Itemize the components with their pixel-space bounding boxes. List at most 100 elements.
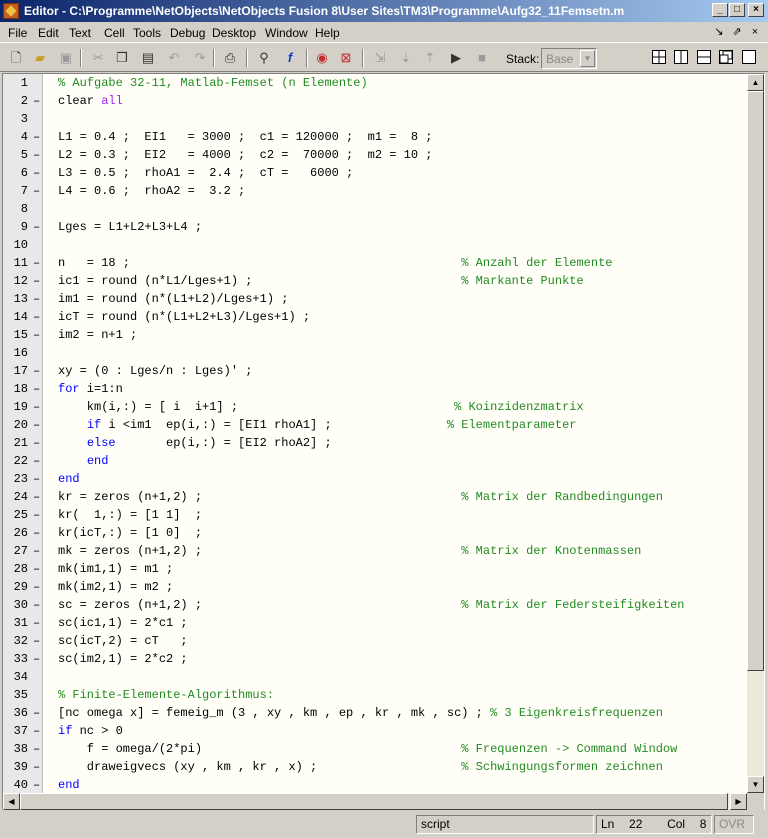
breakpoint-marker[interactable]: – [33,434,43,452]
breakpoint-marker[interactable]: – [33,740,43,758]
run-icon[interactable]: ▶ [446,49,466,67]
breakpoint-marker[interactable]: – [33,632,43,650]
stack-select[interactable]: Base ▼ [541,48,597,69]
breakpoint-marker[interactable]: – [33,218,43,236]
code-line[interactable]: n = 18 ; % Anzahl der Elemente [58,254,613,272]
code-line[interactable]: mk = zeros (n+1,2) ; % Matrix der Knoten… [58,542,641,560]
breakpoint-marker[interactable]: – [33,326,43,344]
new-file-icon[interactable]: 🗋 [6,49,26,67]
code-line[interactable]: mk(im2,1) = m2 ; [58,578,173,596]
breakpoint-marker[interactable] [33,200,43,218]
menu-debug[interactable]: Debug [170,26,205,40]
code-line[interactable]: km(i,:) = [ i i+1] ; % Koinzidenzmatrix [58,398,584,416]
breakpoint-marker[interactable]: – [33,596,43,614]
menu-file[interactable]: File [8,26,27,40]
code-line[interactable]: im1 = round (n*(L1+L2)/Lges+1) ; [58,290,288,308]
breakpoint-marker[interactable]: – [33,614,43,632]
step-out-icon[interactable]: ⇡ [420,49,440,67]
float-window-icon[interactable] [719,50,733,64]
scroll-up-icon[interactable]: ▲ [747,74,764,91]
scroll-right-icon[interactable]: ▶ [730,793,747,810]
code-line[interactable]: draweigvecs (xy , km , kr , x) ; % Schwi… [58,758,663,776]
open-file-icon[interactable]: ▰ [30,49,50,67]
code-line[interactable]: for i=1:n [58,380,123,398]
breakpoint-marker[interactable]: – [33,398,43,416]
code-line[interactable]: L3 = 0.5 ; rhoA1 = 2.4 ; cT = 6000 ; [58,164,353,182]
redo-icon[interactable]: ↷ [190,49,210,67]
copy-icon[interactable]: ❐ [112,49,132,67]
breakpoint-marker[interactable]: – [33,290,43,308]
breakpoint-marker[interactable]: – [33,92,43,110]
menu-text[interactable]: Text [69,26,91,40]
menu-desktop[interactable]: Desktop [212,26,256,40]
breakpoint-marker[interactable]: – [33,578,43,596]
chevron-down-icon[interactable]: ▼ [580,50,595,67]
paste-icon[interactable]: ▤ [138,49,158,67]
code-line[interactable]: sc = zeros (n+1,2) ; % Matrix der Feders… [58,596,685,614]
set-breakpoint-icon[interactable]: ◉ [312,49,332,67]
breakpoint-marker[interactable]: – [33,650,43,668]
code-line[interactable]: L4 = 0.6 ; rhoA2 = 3.2 ; [58,182,245,200]
tile-grid-icon[interactable] [652,50,666,64]
code-line[interactable]: end [58,470,80,488]
code-line[interactable]: f = omega/(2*pi) % Frequenzen -> Command… [58,740,678,758]
breakpoint-marker[interactable]: – [33,488,43,506]
breakpoint-marker[interactable]: – [33,452,43,470]
breakpoint-marker[interactable]: – [33,146,43,164]
breakpoint-marker[interactable]: – [33,470,43,488]
scroll-down-icon[interactable]: ▼ [747,776,764,793]
breakpoint-marker[interactable]: – [33,128,43,146]
exit-debug-icon[interactable]: ■ [472,49,492,67]
horizontal-scrollbar[interactable]: ◀ ▶ [3,793,747,810]
code-line[interactable]: % Finite-Elemente-Algorithmus: [58,686,274,704]
breakpoint-marker[interactable]: – [33,308,43,326]
breakpoint-marker[interactable] [33,110,43,128]
code-line[interactable]: icT = round (n*(L1+L2+L3)/Lges+1) ; [58,308,310,326]
function-icon[interactable]: f [280,49,300,67]
breakpoint-marker[interactable]: – [33,704,43,722]
menu-tools[interactable]: Tools [133,26,161,40]
breakpoint-marker[interactable]: – [33,362,43,380]
dock-icon[interactable]: ⇗ [728,25,746,41]
code-line[interactable]: sc(ic1,1) = 2*c1 ; [58,614,188,632]
code-line[interactable]: end [58,776,80,793]
code-line[interactable]: L2 = 0.3 ; EI2 = 4000 ; c2 = 70000 ; m2 … [58,146,432,164]
code-line[interactable]: kr( 1,:) = [1 1] ; [58,506,202,524]
undock-icon[interactable]: ↘ [710,25,728,41]
code-line[interactable]: [nc omega x] = femeig_m (3 , xy , km , e… [58,704,663,722]
code-line[interactable]: kr = zeros (n+1,2) ; % Matrix der Randbe… [58,488,663,506]
menu-edit[interactable]: Edit [38,26,59,40]
horizontal-scroll-thumb[interactable] [20,793,728,810]
breakpoint-marker[interactable]: – [33,182,43,200]
breakpoint-marker[interactable]: – [33,722,43,740]
maximize-document-icon[interactable] [742,50,756,64]
breakpoint-marker[interactable] [33,686,43,704]
code-line[interactable]: ic1 = round (n*L1/Lges+1) ; % Markante P… [58,272,584,290]
code-line[interactable]: sc(im2,1) = 2*c2 ; [58,650,188,668]
print-icon[interactable]: ⎙ [220,49,240,67]
breakpoint-marker[interactable]: – [33,506,43,524]
code-line[interactable]: xy = (0 : Lges/n : Lges)' ; [58,362,252,380]
breakpoint-marker[interactable]: – [33,254,43,272]
cut-icon[interactable]: ✂ [88,49,108,67]
find-icon[interactable]: ⚲ [254,49,274,67]
menu-window[interactable]: Window [265,26,308,40]
code-line[interactable]: kr(icT,:) = [1 0] ; [58,524,202,542]
code-line[interactable]: end [58,452,109,470]
vertical-scroll-thumb[interactable] [747,91,764,671]
code-line[interactable]: mk(im1,1) = m1 ; [58,560,173,578]
code-editor[interactable]: 1 2–3 4–5–6–7–8 9–10 11–12–13–14–15–16 17–18–… [2,73,765,810]
undo-icon[interactable]: ↶ [164,49,184,67]
save-icon[interactable]: ▣ [56,49,76,67]
breakpoint-marker[interactable] [33,236,43,254]
step-icon[interactable]: ⇲ [370,49,390,67]
code-line[interactable]: if nc > 0 [58,722,123,740]
breakpoint-marker[interactable]: – [33,380,43,398]
menu-cell[interactable]: Cell [104,26,125,40]
clear-breakpoints-icon[interactable]: ⊠ [336,49,356,67]
maximize-button[interactable]: □ [729,3,745,17]
code-area[interactable]: % Aufgabe 32-11, Matlab-Femset (n Elemen… [44,74,746,793]
code-line[interactable]: sc(icT,2) = cT ; [58,632,188,650]
split-vertical-icon[interactable] [674,50,688,64]
code-line[interactable]: im2 = n+1 ; [58,326,137,344]
